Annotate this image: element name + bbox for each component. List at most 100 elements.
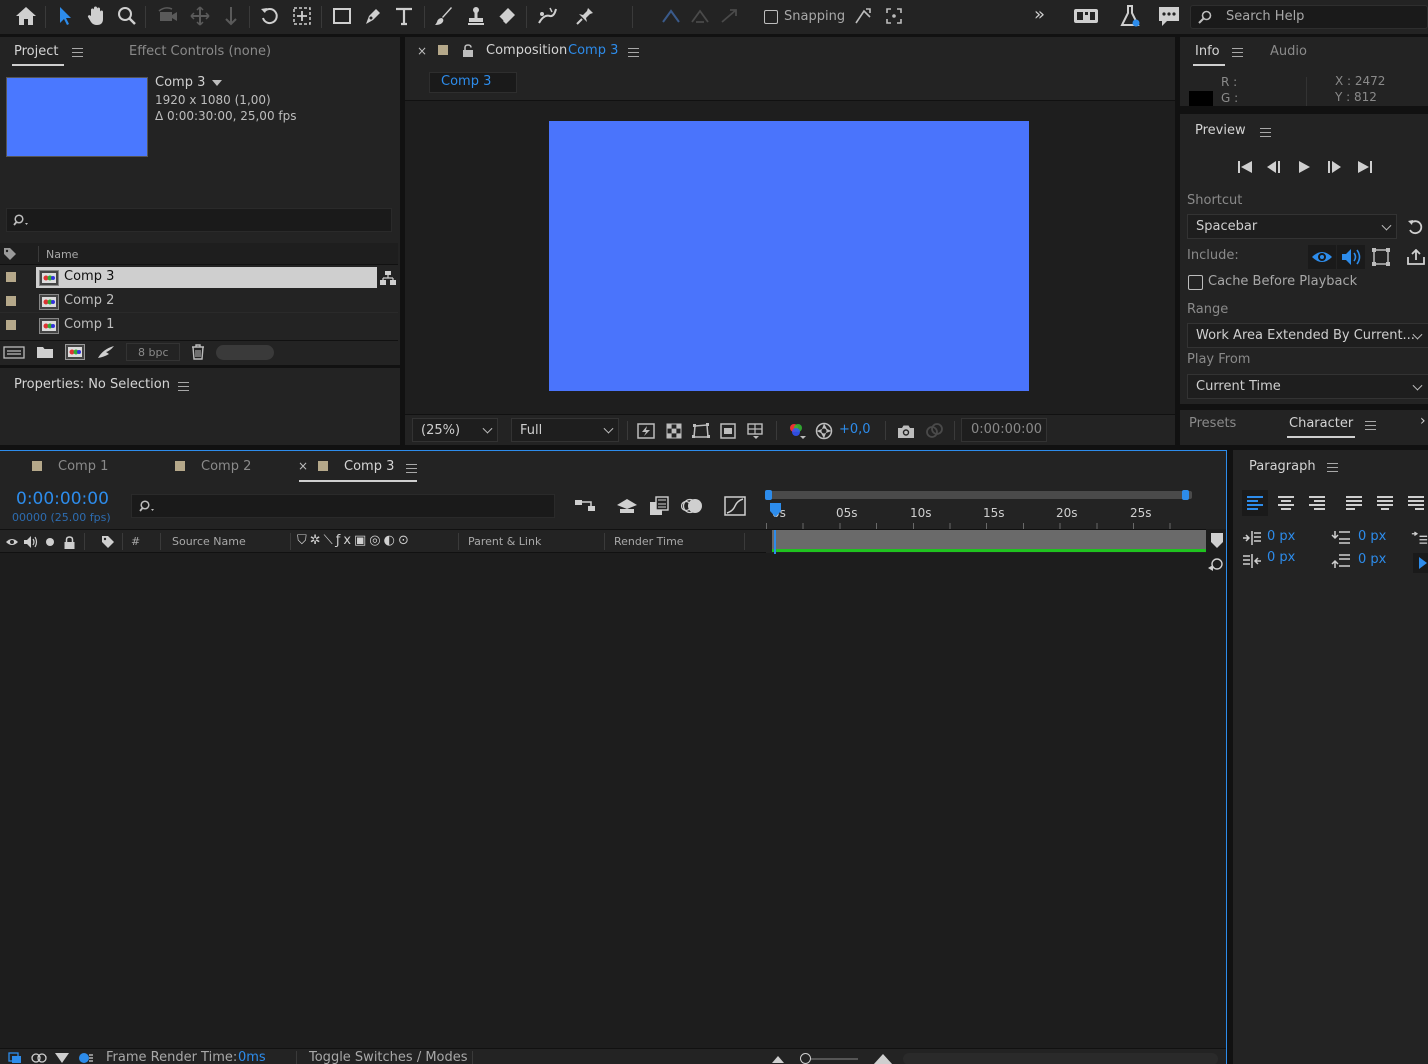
pen-tool-icon[interactable]	[361, 5, 385, 27]
list-item[interactable]: Comp 1	[0, 314, 398, 337]
column-number-header[interactable]: #	[131, 535, 140, 548]
interpret-footage-icon[interactable]	[3, 344, 25, 360]
timeline-search-input[interactable]	[131, 494, 555, 518]
tab-info[interactable]: Info	[1195, 44, 1220, 59]
label-tag-icon[interactable]	[100, 534, 116, 550]
exposure-value[interactable]: +0,0	[839, 422, 871, 437]
space-after-value[interactable]: 0 px	[1358, 552, 1386, 567]
snap-edges-icon[interactable]	[852, 5, 874, 27]
selection-tool-icon[interactable]	[54, 5, 76, 27]
indent-right-icon[interactable]	[1241, 552, 1263, 570]
render-time-icon[interactable]	[78, 1051, 94, 1064]
zoom-slider-handle[interactable]	[800, 1053, 811, 1064]
snapshot-camera-icon[interactable]	[895, 421, 917, 441]
project-menu-icon[interactable]	[72, 48, 83, 57]
justify-center-button[interactable]	[1372, 490, 1398, 516]
reset-exposure-icon[interactable]	[813, 421, 835, 441]
include-audio-toggle[interactable]	[1337, 245, 1365, 269]
timeline-navigator-handle[interactable]	[1210, 533, 1224, 548]
properties-menu-icon[interactable]	[178, 382, 189, 391]
play-icon[interactable]	[1295, 158, 1313, 176]
space-before-icon[interactable]	[1330, 529, 1352, 547]
solo-dot-icon[interactable]	[46, 538, 54, 546]
grid-guides-icon[interactable]	[745, 420, 767, 441]
roto-brush-tool-icon[interactable]	[535, 5, 559, 27]
transfer-controls-icon[interactable]	[31, 1051, 47, 1064]
tab-project[interactable]: Project	[14, 44, 58, 59]
column-name-header[interactable]: Name	[46, 248, 78, 261]
transparency-grid-icon[interactable]	[664, 421, 684, 440]
playhead-line[interactable]	[774, 530, 776, 554]
feedback-icon[interactable]	[1156, 4, 1182, 28]
comp-label-swatch[interactable]	[438, 45, 448, 55]
align-tools-icon[interactable]	[660, 5, 682, 27]
layer-switches-icon[interactable]	[7, 1051, 23, 1064]
project-search-input[interactable]	[6, 208, 392, 232]
zoom-in-mountain-icon[interactable]	[872, 1051, 894, 1064]
last-frame-icon[interactable]	[1356, 158, 1374, 176]
paragraph-menu-icon[interactable]	[1327, 463, 1338, 472]
comp-flowchart-icon[interactable]	[573, 495, 597, 517]
in-out-icon[interactable]	[54, 1051, 70, 1064]
list-item[interactable]: Comp 2	[0, 290, 398, 313]
lock-icon[interactable]	[63, 535, 76, 549]
label-color-swatch[interactable]	[6, 296, 16, 306]
indent-left-value[interactable]: 0 px	[1267, 529, 1295, 544]
search-help-box[interactable]: Search Help	[1190, 5, 1428, 29]
column-parent-header[interactable]: Parent & Link	[468, 535, 541, 548]
snapping-checkbox[interactable]	[764, 10, 778, 24]
time-ruler[interactable]: 0s 05s 10s 15s 20s 25s	[766, 501, 1206, 529]
composition-canvas[interactable]	[549, 121, 1029, 391]
include-overlay-toggle[interactable]	[1367, 245, 1395, 269]
cache-before-playback-checkbox[interactable]	[1188, 275, 1203, 290]
zoom-tool-icon[interactable]	[116, 5, 138, 27]
first-frame-icon[interactable]	[1236, 158, 1254, 176]
info-menu-icon[interactable]	[1232, 48, 1243, 57]
export-icon[interactable]	[1405, 248, 1427, 266]
graph-editor-icon[interactable]	[722, 495, 748, 517]
column-render-time-header[interactable]: Render Time	[614, 535, 684, 548]
column-source-name-header[interactable]: Source Name	[172, 535, 246, 548]
fast-previews-icon[interactable]	[636, 421, 656, 440]
show-snapshot-icon[interactable]	[923, 421, 945, 441]
trash-icon[interactable]	[189, 343, 207, 361]
next-frame-icon[interactable]	[1325, 158, 1343, 176]
render-queue-icon[interactable]	[1072, 5, 1100, 27]
eraser-tool-icon[interactable]	[495, 5, 519, 27]
new-composition-icon[interactable]	[64, 344, 86, 360]
paragraph-direction-button[interactable]	[1413, 553, 1428, 573]
comp-name-dropdown-icon[interactable]	[212, 80, 222, 86]
character-menu-icon[interactable]	[1365, 421, 1376, 430]
tab-audio[interactable]: Audio	[1270, 44, 1307, 59]
list-item[interactable]: Comp 3	[0, 266, 398, 289]
timeline-menu-icon[interactable]	[406, 464, 417, 473]
label-color-swatch[interactable]	[6, 272, 16, 282]
timeline-tab-comp3[interactable]: × Comp 3	[298, 459, 422, 483]
type-tool-icon[interactable]	[392, 5, 416, 27]
audio-speaker-icon[interactable]	[23, 535, 39, 549]
puppet-pin-tool-icon[interactable]	[573, 5, 597, 27]
timeline-tab-comp1[interactable]: Comp 1	[30, 459, 150, 479]
distribute-icon[interactable]	[689, 5, 711, 27]
label-color-swatch[interactable]	[6, 320, 16, 330]
previous-frame-icon[interactable]	[1265, 158, 1283, 176]
mask-path-visibility-icon[interactable]	[691, 421, 711, 440]
motion-blur-icon[interactable]	[680, 495, 704, 517]
align-center-button[interactable]	[1273, 490, 1299, 516]
reset-shortcut-icon[interactable]	[1405, 218, 1427, 236]
home-icon[interactable]	[14, 5, 38, 27]
flowchart-icon[interactable]	[379, 269, 397, 286]
dolly-camera-icon[interactable]	[220, 5, 242, 27]
indent-right-value[interactable]: 0 px	[1267, 550, 1295, 565]
tab-presets[interactable]: Presets	[1189, 416, 1236, 431]
toggle-switches-modes-button[interactable]: Toggle Switches / Modes	[309, 1050, 468, 1064]
indent-left-icon[interactable]	[1241, 529, 1263, 547]
region-of-interest-icon[interactable]	[718, 421, 738, 440]
clone-stamp-tool-icon[interactable]	[464, 5, 488, 27]
workspace-overflow-icon[interactable]: »	[1034, 4, 1045, 25]
draft-3d-icon[interactable]	[614, 495, 640, 517]
thumbnail-size-slider[interactable]	[216, 345, 274, 360]
hand-tool-icon[interactable]	[85, 5, 107, 27]
comp-button-icon[interactable]	[1206, 555, 1226, 573]
rectangle-tool-icon[interactable]	[330, 5, 354, 27]
